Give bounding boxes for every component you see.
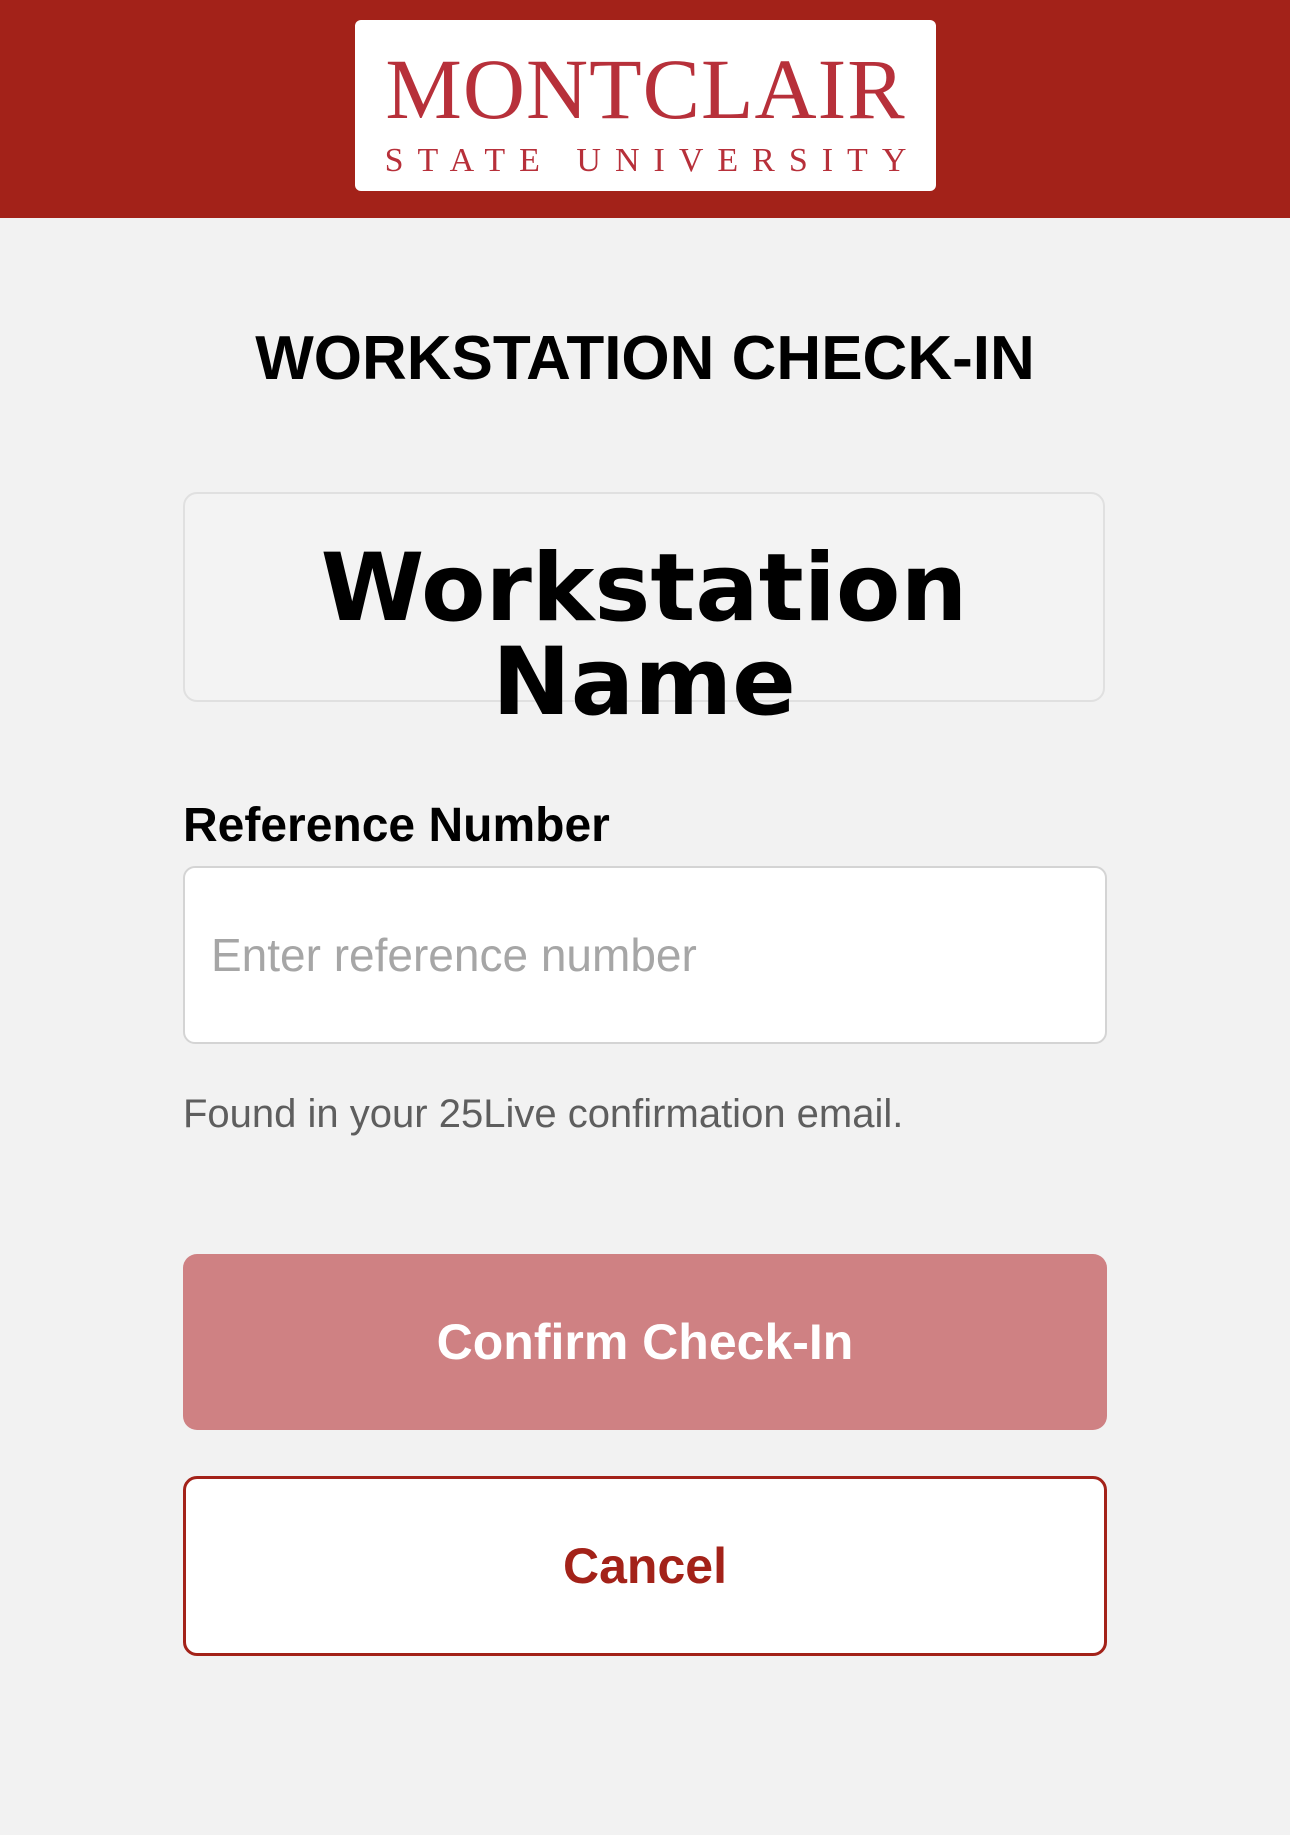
page-title: WORKSTATION CHECK-IN [255, 324, 1035, 393]
workstation-card: Workstation Name [183, 492, 1105, 730]
cancel-button[interactable]: Cancel [183, 1476, 1107, 1656]
university-logo: MONTCLAIR STATE UNIVERSITY [355, 20, 936, 191]
reference-number-input[interactable] [183, 866, 1107, 1044]
confirm-check-in-button[interactable]: Confirm Check-In [183, 1254, 1107, 1430]
reference-number-label: Reference Number [183, 799, 610, 852]
workstation-name: Workstation Name [320, 534, 968, 737]
logo-subtitle: STATE UNIVERSITY [384, 142, 921, 179]
logo-wordmark: MONTCLAIR [385, 41, 906, 137]
reference-helper-text: Found in your 25Live confirmation email. [183, 1092, 904, 1136]
header-bar: MONTCLAIR STATE UNIVERSITY [0, 0, 1290, 218]
